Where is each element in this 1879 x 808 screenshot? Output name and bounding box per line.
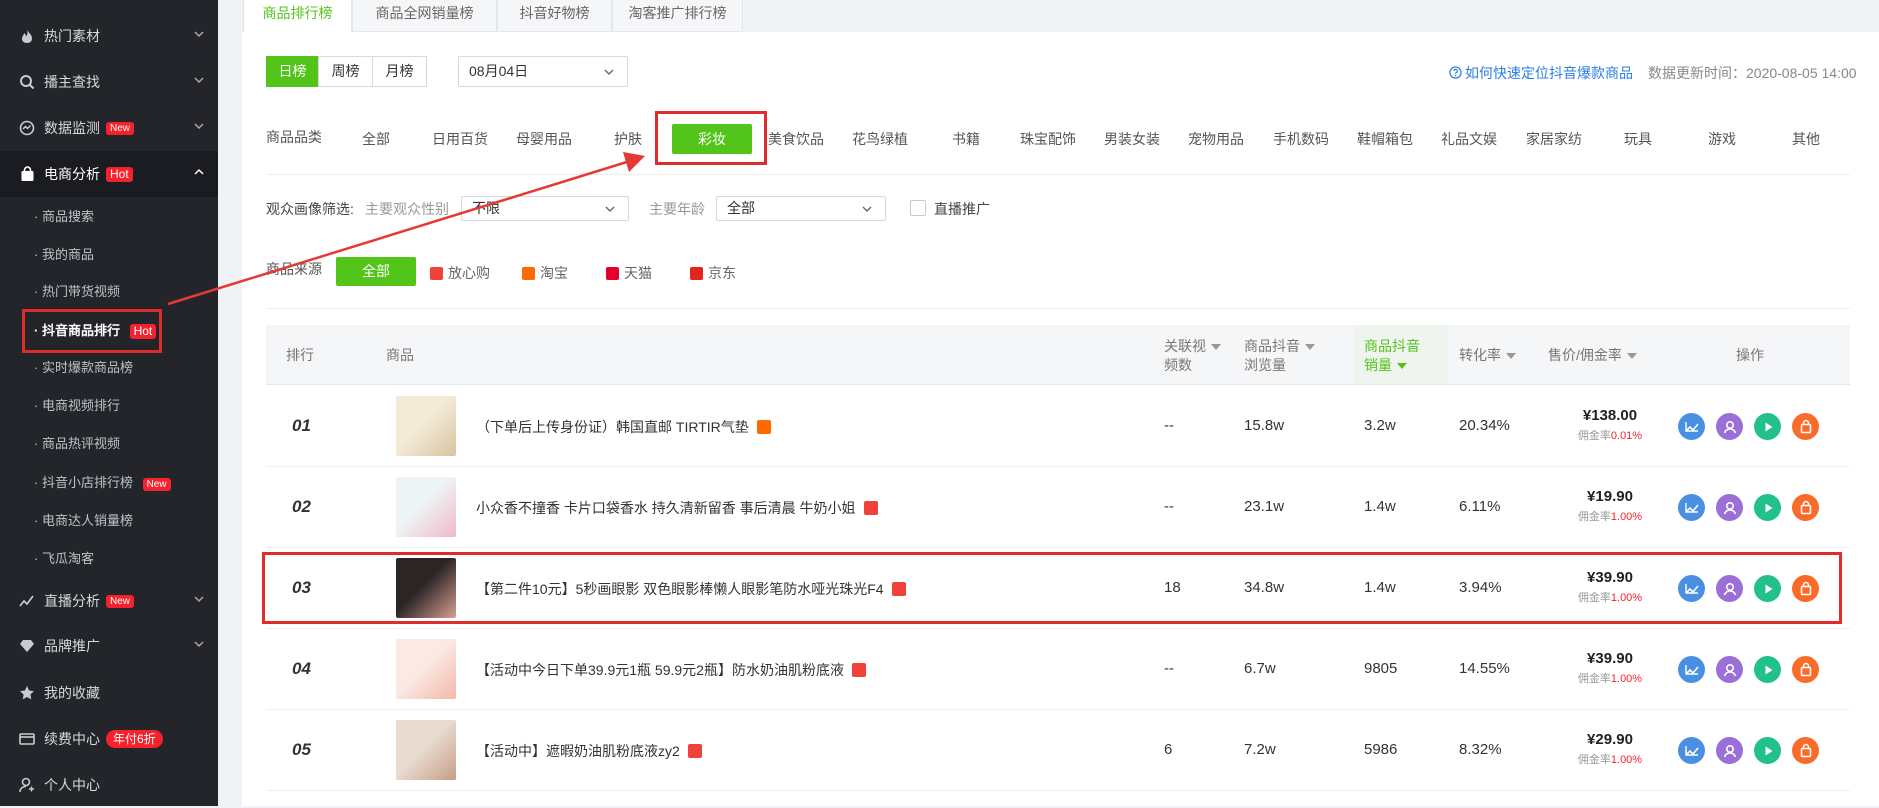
annotation-arrow: [167, 152, 645, 306]
